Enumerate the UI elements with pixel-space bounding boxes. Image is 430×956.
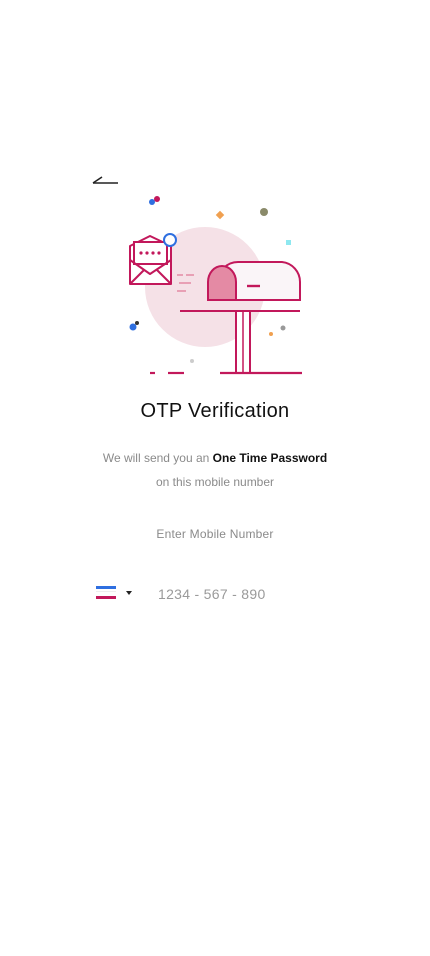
subtitle-line-1: We will send you an One Time Password	[0, 446, 430, 470]
subtitle-prefix: We will send you an	[102, 451, 213, 465]
back-button[interactable]	[88, 168, 124, 192]
mobile-number-label: Enter Mobile Number	[156, 527, 274, 541]
confetti-dot	[135, 321, 139, 325]
arrow-left-icon	[92, 176, 118, 184]
confetti-dot	[215, 210, 225, 220]
confetti-dot	[154, 196, 160, 202]
subtitle: We will send you an One Time Password on…	[0, 446, 430, 494]
caret-down-icon	[126, 591, 132, 595]
confetti-dot	[129, 323, 137, 331]
confetti-dot	[286, 240, 291, 245]
confetti-dot	[149, 199, 155, 205]
subtitle-line-2: on this mobile number	[155, 475, 275, 489]
confetti-dot	[269, 332, 273, 336]
country-code-picker[interactable]	[96, 585, 136, 603]
confetti-dot	[260, 208, 268, 216]
mailbox-illustration	[120, 190, 320, 385]
page-title: OTP Verification	[140, 400, 290, 422]
mobile-number-input[interactable]	[150, 584, 338, 604]
subtitle-emphasis: One Time Password	[212, 451, 328, 465]
envelope-icon	[129, 233, 177, 285]
confetti-dot	[190, 359, 194, 363]
flag-icon	[96, 586, 116, 600]
confetti-dot	[280, 325, 286, 331]
